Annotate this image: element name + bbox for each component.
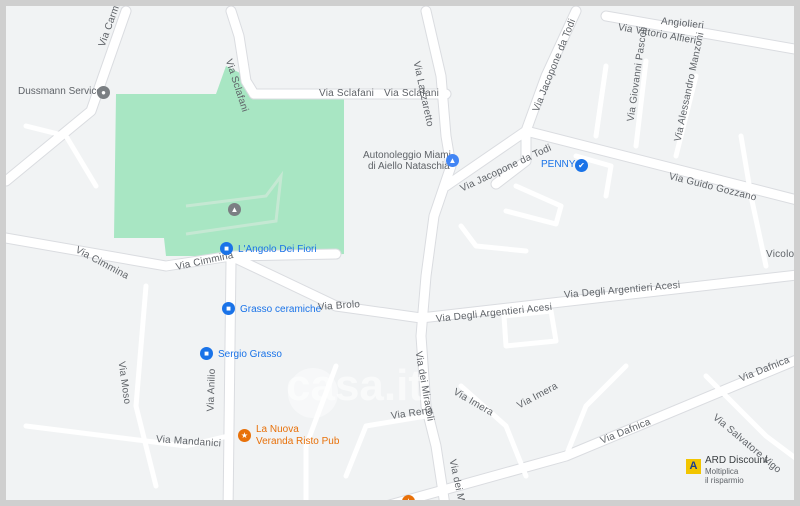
poi-angolo-dei-fiori[interactable]: L'Angolo Dei Fiori — [238, 244, 317, 255]
poi-penny[interactable]: PENNY — [541, 159, 575, 170]
ard-discount-logo-icon[interactable]: A — [686, 459, 701, 474]
shopping-bag-pin-icon[interactable]: ■ — [200, 347, 213, 360]
poi-nuova-veranda-line1[interactable]: La Nuova — [256, 424, 299, 435]
map-canvas[interactable] — [6, 6, 800, 506]
street-label-via-sclafani-2: Via Sclafani — [384, 88, 440, 99]
car-rental-pin-icon[interactable]: ▲ — [446, 154, 459, 167]
poi-autonoleggio-line1[interactable]: Autonoleggio Miami — [363, 150, 451, 161]
poi-autonoleggio-line2[interactable]: di Aiello Nataschia — [368, 161, 450, 172]
watermark: casa.it — [286, 361, 423, 410]
service-pin-icon[interactable]: ● — [97, 86, 110, 99]
poi-ard-subtitle-1: Moltiplica — [705, 467, 739, 476]
poi-ard-subtitle-2: il risparmio — [705, 476, 744, 485]
poi-dussmann-service[interactable]: Dussmann Service — [18, 86, 102, 97]
restaurant-pin-icon[interactable]: ★ — [238, 429, 251, 442]
shopping-bag-pin-icon[interactable]: ■ — [222, 302, 235, 315]
map-frame[interactable]: casa.it Via Carmina Via Sclafani Via Scl… — [0, 0, 800, 506]
street-label-via-anilio: Via Anilio — [205, 368, 218, 412]
street-label-via-sclafani-1: Via Sclafani — [319, 88, 375, 99]
poi-nuova-veranda-line2[interactable]: Veranda Risto Pub — [256, 436, 339, 447]
street-label-vicolo-ro: Vicolo Ro — [766, 249, 795, 260]
shopping-cart-pin-icon[interactable]: ✔ — [575, 159, 588, 172]
poi-grasso-ceramiche[interactable]: Grasso ceramiche — [240, 304, 321, 315]
poi-sergio-grasso[interactable]: Sergio Grasso — [218, 349, 282, 360]
poi-ard-discount[interactable]: ARD Discount — [705, 455, 768, 466]
shopping-bag-pin-icon[interactable]: ■ — [220, 242, 233, 255]
restaurant-pin-icon[interactable]: ★ — [402, 495, 415, 500]
park-pin-icon[interactable]: ▲ — [228, 203, 241, 216]
